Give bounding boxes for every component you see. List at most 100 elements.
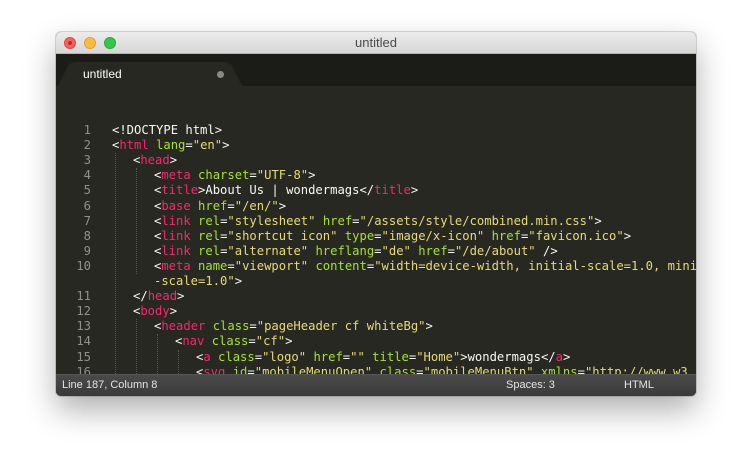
code-line: <a class="logo" href="" title="Home">won… [196,350,570,365]
indent-guide [136,168,137,274]
code-token: "/assets/style/combined.min.css" [359,213,595,228]
code-token: link [161,243,191,258]
code-token: meta [161,258,191,273]
code-token: href [322,213,353,228]
code-token: /> [535,243,558,258]
code-line: <link rel="stylesheet" href="/assets/sty… [154,214,602,229]
line-number: 13 [76,319,91,334]
code-token: >wondermags</ [460,349,556,364]
code-token: title [374,183,411,198]
code-token: "/en/" [234,198,279,213]
code-token: "mobileMenuOpen" [254,364,373,374]
syntax-selector[interactable]: HTML [624,375,654,396]
line-number: 10 [76,258,91,273]
tab-untitled[interactable]: untitled [58,62,242,86]
code-line: <meta charset="UTF-8"> [154,168,315,183]
title-bar: untitled [56,32,696,54]
indent-guide [157,334,158,374]
code-token: = [254,349,263,364]
line-number: 11 [76,289,91,304]
code-token: > [562,349,571,364]
code-token: = [227,258,235,273]
editor-window: untitled untitled 1 2 3 4 5 6 7 8 9 10 11 12 13 14 15 1… [56,32,696,396]
code-token: = [374,228,382,243]
code-line: <title>About Us | wondermags</title> [154,183,418,198]
code-token: id [232,364,248,374]
code-line: <!DOCTYPE html> [112,123,222,138]
code-token: = [249,168,257,183]
code-token: a [555,349,563,364]
code-line: <meta name="viewport" content="width=dev… [154,259,696,274]
code-line: <svg id="mobileMenuOpen" class="mobileMe… [196,365,695,374]
code-token: class [211,334,249,349]
code-token: >About Us | wondermags</ [198,183,375,198]
indentation-setting[interactable]: Spaces: 3 [506,375,555,396]
code-token: class [212,319,250,334]
code-line: <html lang="en"> [112,138,229,153]
code-token: > [285,334,293,349]
line-number: 1 [83,123,91,137]
line-number: 6 [83,198,91,213]
code-token: nav [182,334,205,349]
code-token: base [161,198,191,213]
code-token: > [410,183,419,198]
code-token: "pageHeader cf whiteBg" [256,319,426,334]
modified-dot-icon[interactable] [217,71,224,78]
code-token: "" [350,349,365,364]
line-number: 15 [76,349,91,364]
window-title: untitled [355,35,397,50]
line-number: 2 [83,138,91,153]
code-token: = [185,138,193,153]
cursor-position[interactable]: Line 187, Column 8 [62,375,157,396]
code-token: "de" [381,243,411,258]
code-token: "viewport" [234,258,309,273]
code-token: > [169,153,178,168]
code-token: > [278,198,287,213]
code-line: <head> [133,153,177,168]
code-token: href [418,243,448,258]
code-token: > [425,319,433,334]
code-token: = [416,364,424,374]
code-line: -scale=1.0"> [154,274,242,289]
line-number: 3 [83,153,91,168]
line-number: 14 [76,334,91,349]
code-token: > [308,168,316,183]
code-token: meta [161,168,191,183]
status-bar: Line 187, Column 8 Spaces: 3 HTML [56,374,696,396]
line-number-gutter: 1 2 3 4 5 6 7 8 9 10 11 12 13 14 15 16 [56,86,100,374]
code-token: svg [203,364,226,374]
code-token: rel [198,243,221,258]
code-token: "shortcut icon" [227,228,338,243]
code-token: > [234,274,243,288]
code-token: "/de/about" [454,243,536,258]
code-token: "UTF-8" [256,168,309,183]
code-editor[interactable]: 1 2 3 4 5 6 7 8 9 10 11 12 13 14 15 16 <!DOCTYPE html> <… [56,86,696,374]
indent-guide [136,319,137,374]
code-token: xmlns [540,364,578,374]
code-token: > [169,304,178,319]
code-token: link [161,213,191,228]
code-token: header [161,319,206,334]
line-number: 12 [76,304,91,319]
code-line: <body> [133,304,177,319]
code-token: "http://www.w3. [584,364,696,374]
indent-guide [115,153,116,374]
code-token: title [161,183,199,198]
code-line: <link rel="shortcut icon" type="image/x-… [154,229,631,244]
code-line: <link rel="alternate" hreflang="de" href… [154,244,558,259]
code-token: "Home" [416,349,461,364]
code-token: html [119,138,149,153]
code-line: <header class="pageHeader cf whiteBg"> [154,319,433,334]
code-token: rel [198,228,221,243]
code-token: = [249,319,257,334]
